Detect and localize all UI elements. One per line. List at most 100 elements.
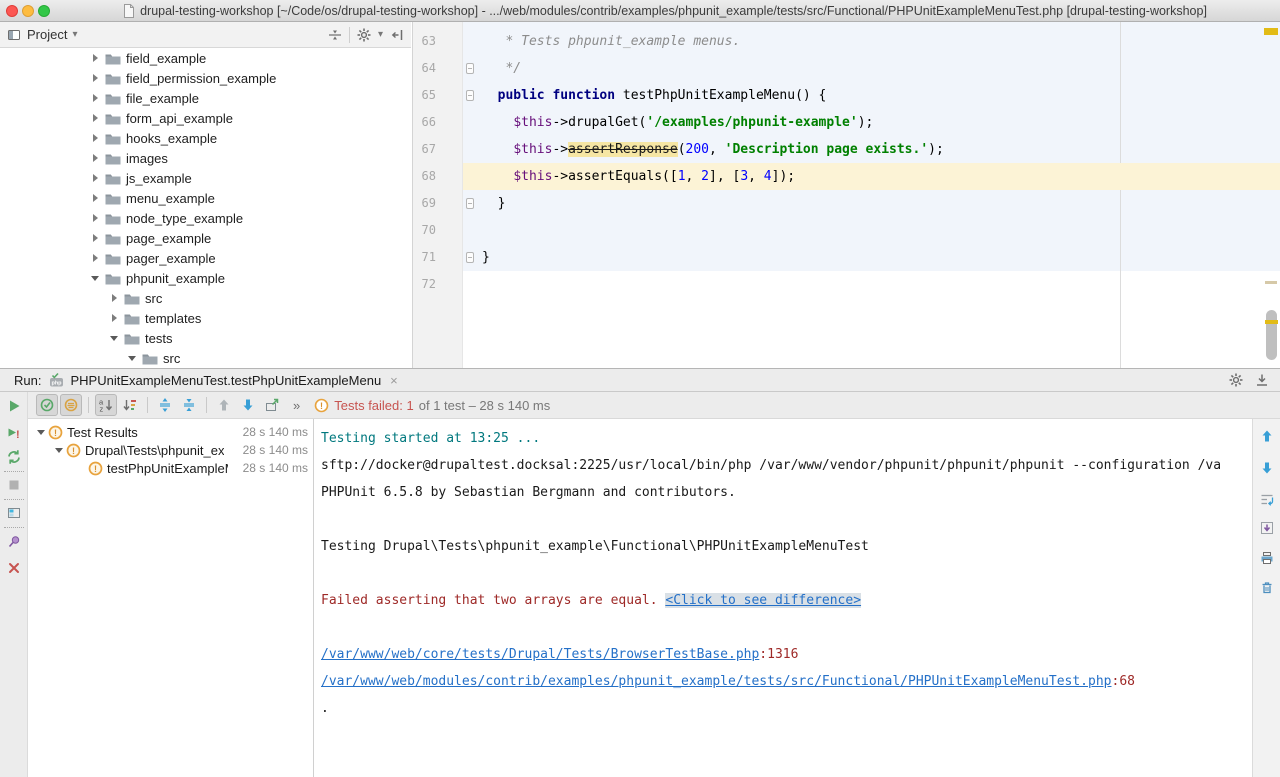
gutter-line[interactable]: 63 [413,28,462,55]
fold-marker-icon[interactable] [466,252,474,263]
gutter-line[interactable]: 64 [413,55,462,82]
project-tree-item[interactable]: node_type_example [0,208,411,228]
project-tree-item[interactable]: field_example [0,48,411,68]
expand-all-button[interactable] [154,394,176,416]
code-line[interactable]: $this->assertResponse(200, 'Description … [463,136,1280,163]
hide-panel-icon[interactable] [389,27,405,43]
project-tree-item[interactable]: images [0,148,411,168]
code-line[interactable]: $this->assertEquals([1, 2], [3, 4]); [463,163,1280,190]
clear-console-button[interactable] [1259,580,1275,596]
console-link[interactable]: /var/www/web/core/tests/Drupal/Tests/Bro… [321,647,759,662]
code-line[interactable]: $this->drupalGet('/examples/phpunit-exam… [463,109,1280,136]
next-failed-test-button[interactable] [237,394,259,416]
code-line[interactable]: */ [463,55,1280,82]
tree-collapsed-arrow-icon[interactable] [90,174,100,182]
error-stripe-mark[interactable] [1265,320,1278,324]
restore-layout-button[interactable] [6,505,22,521]
collapse-all-button[interactable] [178,394,200,416]
close-icon[interactable]: × [390,373,398,388]
previous-failed-test-button[interactable] [213,394,235,416]
sort-by-duration-button[interactable] [119,394,141,416]
tree-expanded-arrow-icon[interactable] [109,336,119,341]
soft-wrap-button[interactable] [1259,492,1275,508]
code-line[interactable]: } [463,190,1280,217]
tree-collapsed-arrow-icon[interactable] [109,314,119,322]
tree-collapsed-arrow-icon[interactable] [90,114,100,122]
toggle-auto-test-button[interactable] [6,449,22,465]
error-stripe-mark[interactable] [1264,28,1278,35]
rerun-failed-tests-button[interactable]: ! [6,425,22,441]
rerun-button[interactable] [6,398,22,414]
chevron-down-icon[interactable]: ▾ [72,29,77,40]
project-tree-item[interactable]: tests [0,328,411,348]
tree-expanded-arrow-icon[interactable] [90,276,100,281]
test-console-output[interactable]: Testing started at 13:25 ...sftp://docke… [313,419,1252,777]
gutter-line[interactable]: 67 [413,136,462,163]
zoom-window-button[interactable] [38,5,50,17]
gear-icon[interactable] [356,27,372,43]
project-panel-title[interactable]: Project [27,27,67,42]
sort-alphabetically-button[interactable]: az [95,394,117,416]
project-tree-item[interactable]: src [0,288,411,308]
gutter-line[interactable]: 69 [413,190,462,217]
chevron-double-icon[interactable]: » [293,398,300,413]
code-line[interactable] [463,271,1280,298]
show-passed-button[interactable] [36,394,58,416]
test-tree-item[interactable]: !Drupal\Tests\phpunit_ex28 s 140 ms [28,441,312,459]
project-tree-item[interactable]: hooks_example [0,128,411,148]
code-line[interactable] [463,217,1280,244]
tree-collapsed-arrow-icon[interactable] [90,74,100,82]
console-link[interactable]: <Click to see difference> [665,593,861,608]
project-tree-item[interactable]: js_example [0,168,411,188]
test-tree-item[interactable]: !Test Results28 s 140 ms [28,423,312,441]
print-button[interactable] [1259,550,1275,566]
project-tree-item[interactable]: phpunit_example [0,268,411,288]
tree-expanded-arrow-icon[interactable] [54,448,64,453]
tree-expanded-arrow-icon[interactable] [127,356,137,361]
fold-marker-icon[interactable] [466,90,474,101]
tree-collapsed-arrow-icon[interactable] [90,214,100,222]
scroll-to-end-button[interactable] [1259,520,1275,536]
fold-marker-icon[interactable] [466,63,474,74]
select-opened-file-icon[interactable] [327,27,343,43]
close-tab-button[interactable] [6,560,22,576]
gutter-line[interactable]: 70 [413,217,462,244]
run-tab[interactable]: php PHPUnitExampleMenuTest.testPhpUnitEx… [49,372,397,388]
tree-collapsed-arrow-icon[interactable] [109,294,119,302]
gutter-line[interactable]: 65 [413,82,462,109]
tree-collapsed-arrow-icon[interactable] [90,134,100,142]
gutter-line[interactable]: 68 [413,163,462,190]
code-line[interactable]: * Tests phpunit_example menus. [463,28,1280,55]
code-line[interactable]: public function testPhpUnitExampleMenu()… [463,82,1280,109]
code-line[interactable]: } [463,244,1280,271]
fold-marker-icon[interactable] [466,198,474,209]
tree-collapsed-arrow-icon[interactable] [90,94,100,102]
gear-icon[interactable] [1228,372,1244,388]
tree-collapsed-arrow-icon[interactable] [90,234,100,242]
export-test-results-button[interactable] [261,394,283,416]
project-tree-item[interactable]: field_permission_example [0,68,411,88]
tree-collapsed-arrow-icon[interactable] [90,254,100,262]
project-tree-item[interactable]: src [0,348,411,368]
tree-collapsed-arrow-icon[interactable] [90,154,100,162]
error-stripe-mark[interactable] [1265,281,1277,284]
chevron-down-icon[interactable]: ▾ [378,29,383,40]
tree-expanded-arrow-icon[interactable] [36,430,46,435]
code-editor[interactable]: 63646566676869707172 * Tests phpunit_exa… [412,22,1280,368]
hide-tool-window-icon[interactable] [1254,372,1270,388]
gutter-line[interactable]: 72 [413,271,462,298]
project-tree-item[interactable]: file_example [0,88,411,108]
project-tree-item[interactable]: templates [0,308,411,328]
close-window-button[interactable] [6,5,18,17]
project-tree-item[interactable]: page_example [0,228,411,248]
console-link[interactable]: /var/www/web/modules/contrib/examples/ph… [321,674,1112,689]
show-ignored-button[interactable] [60,394,82,416]
project-tree-item[interactable]: menu_example [0,188,411,208]
minimize-window-button[interactable] [22,5,34,17]
test-tree-item[interactable]: !testPhpUnitExampleM28 s 140 ms [28,459,312,477]
tree-collapsed-arrow-icon[interactable] [90,194,100,202]
pin-tab-button[interactable] [6,534,22,550]
gutter-line[interactable]: 71 [413,244,462,271]
project-tree-item[interactable]: pager_example [0,248,411,268]
project-tree-item[interactable]: form_api_example [0,108,411,128]
